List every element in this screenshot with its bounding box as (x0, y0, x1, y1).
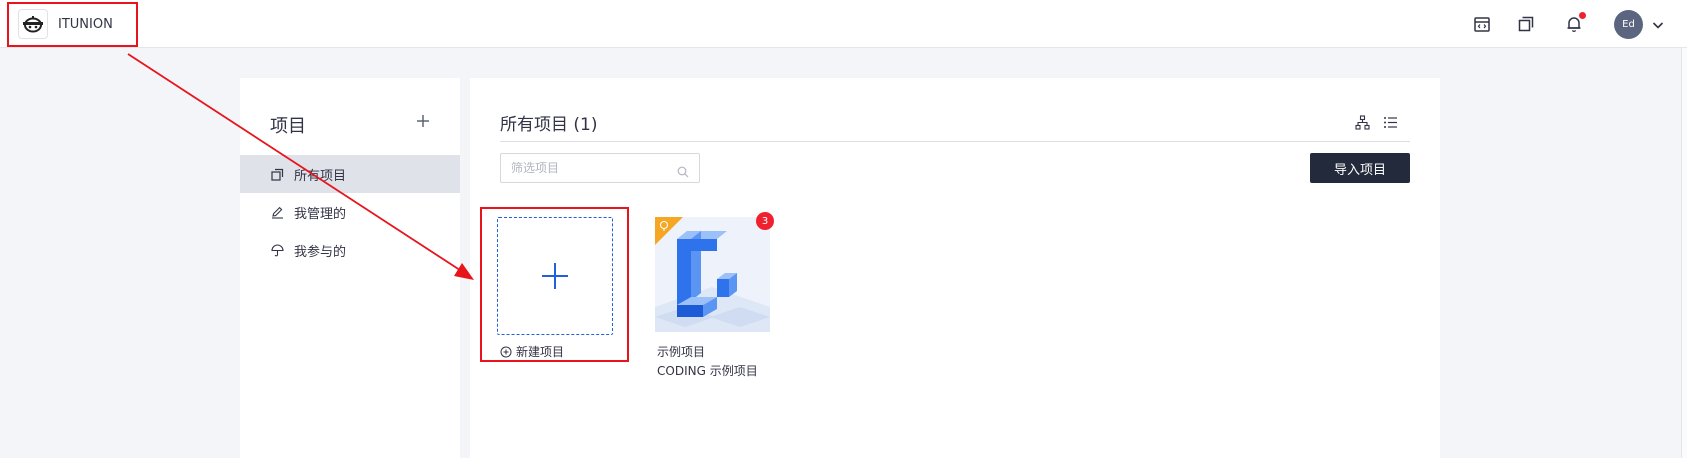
plus-icon (542, 263, 568, 289)
title-divider (500, 141, 1410, 142)
filter-projects-input[interactable] (501, 154, 699, 182)
avatar[interactable]: Ed (1614, 10, 1643, 39)
search-icon (677, 163, 689, 178)
sidebar-item-joined[interactable]: 我参与的 (240, 231, 460, 269)
avatar-initials: Ed (1622, 19, 1635, 30)
umbrella-icon (270, 243, 284, 257)
tree-view-icon[interactable] (1354, 114, 1370, 130)
project-cover-image (655, 217, 770, 332)
copy-windows-icon[interactable] (1516, 14, 1536, 34)
filter-box (500, 153, 700, 183)
project-name[interactable]: 示例项目 (657, 343, 705, 360)
team-name: ITUNION (58, 16, 113, 32)
sidebar-item-label: 我参与的 (294, 244, 347, 260)
project-sidebar: 项目 所有项目 我管理的 我参与的 (240, 78, 460, 458)
sidebar-item-all-projects[interactable]: 所有项目 (240, 155, 460, 193)
sidebar-item-managed[interactable]: 我管理的 (240, 193, 460, 231)
bell-icon[interactable] (1564, 12, 1586, 34)
top-bar: ITUNION Ed (0, 0, 1687, 48)
chevron-down-icon[interactable] (1651, 17, 1665, 31)
sidebar-title: 项目 (270, 116, 306, 137)
project-description: CODING 示例项目 (657, 364, 758, 378)
sidebar-item-label: 所有项目 (294, 168, 347, 184)
add-project-button[interactable] (414, 112, 432, 130)
sidebar-item-label: 我管理的 (294, 206, 347, 222)
page-title: 所有项目 (1) (500, 115, 598, 135)
project-card[interactable] (655, 217, 770, 332)
project-count-badge: 3 (756, 212, 774, 230)
new-project-link[interactable]: 新建项目 (500, 343, 564, 360)
scrollbar[interactable] (1681, 48, 1687, 458)
view-switcher (1354, 114, 1398, 130)
calendar-code-icon[interactable] (1472, 14, 1492, 34)
list-view-icon[interactable] (1382, 114, 1398, 130)
team-logo-icon (18, 9, 48, 39)
copy-icon (270, 167, 284, 181)
team-switcher[interactable]: ITUNION (10, 5, 137, 43)
projects-panel: 所有项目 (1) 筛选项目 导入项目 新建项目 3 示例项目 CODING 示例… (470, 78, 1440, 458)
plus-circle-icon (500, 346, 512, 357)
notification-dot (1579, 12, 1586, 19)
new-project-card[interactable] (497, 217, 613, 335)
pencil-icon (270, 205, 284, 219)
plus-icon (417, 115, 429, 127)
badge-value: 3 (761, 215, 769, 227)
new-project-label: 新建项目 (516, 345, 565, 359)
import-project-button[interactable]: 导入项目 (1310, 153, 1410, 183)
